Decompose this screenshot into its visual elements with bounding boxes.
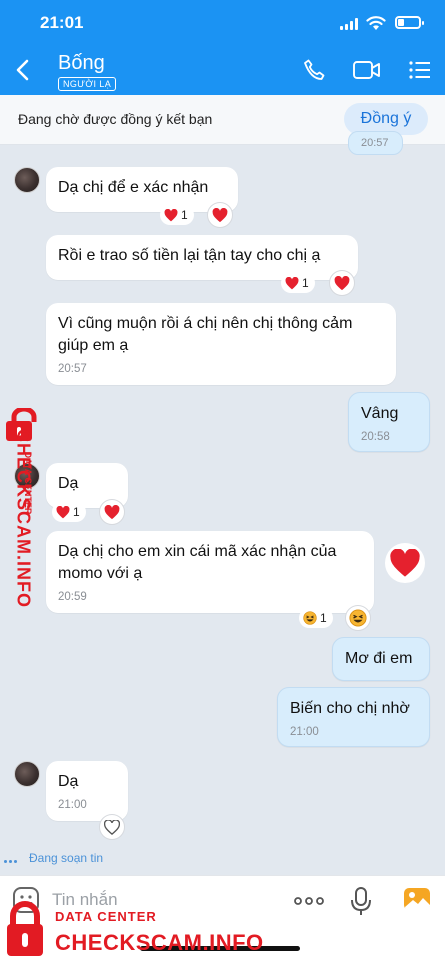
heart-icon (56, 505, 70, 519)
message-text: Vâng (361, 405, 399, 422)
watermark-bottom-sub: DATA CENTER (55, 909, 157, 924)
heart-icon (285, 276, 299, 290)
message-text: Dạ (58, 773, 79, 790)
heart-icon (104, 504, 120, 519)
reaction-button[interactable] (99, 499, 125, 525)
previous-message-peek: 20:57 (348, 131, 403, 155)
message-text: Dạ (58, 475, 79, 492)
signal-icon (340, 18, 358, 30)
heart-outline-icon (104, 819, 120, 835)
mic-icon[interactable] (350, 886, 372, 916)
my-message-bubble[interactable]: Biến cho chị nhờ 21:00 (277, 687, 430, 747)
heart-icon (164, 208, 178, 222)
watermark-bottom: DATA CENTER CHECKSCAM.INFO (0, 898, 300, 960)
reaction-summary[interactable]: 1 (281, 273, 315, 293)
message-text: Dạ chị cho em xin cái mã xác nhận của mo… (58, 543, 337, 582)
reaction-summary[interactable]: 1 (52, 502, 86, 522)
reaction-button[interactable] (345, 605, 371, 631)
chat-header: 21:01 Bống NGƯỜI LẠ (0, 0, 445, 95)
phone-icon[interactable] (302, 58, 326, 82)
reaction-summary[interactable]: 1 (299, 608, 333, 628)
message-bubble[interactable]: Dạ 21:00 (46, 761, 128, 821)
message-bubble[interactable]: Rồi e trao số tiền lại tận tay cho chị ạ (46, 235, 358, 280)
typing-text: Đang soạn tin (29, 851, 104, 865)
stranger-badge: NGƯỜI LẠ (58, 77, 117, 91)
reaction-button[interactable] (207, 202, 233, 228)
message-text: Rồi e trao số tiền lại tận tay cho chị ạ (58, 247, 321, 264)
message-time: 21:00 (290, 726, 319, 738)
reaction-button[interactable] (329, 270, 355, 296)
watermark-side-sub: DATA CENTER (23, 451, 33, 515)
status-time: 21:01 (40, 13, 84, 32)
message-bubble[interactable]: Vì cũng muộn rồi á chị nên chị thông cảm… (46, 303, 396, 385)
watermark-bottom-main: CHECKSCAM.INFO (55, 930, 264, 955)
message-time: 20:59 (58, 591, 87, 603)
heart-icon (212, 207, 228, 222)
image-icon[interactable] (403, 886, 431, 912)
reaction-count: 1 (73, 505, 80, 519)
message-list[interactable]: 20:57 Dạ chị để e xác nhận 1 Rồi e trao … (0, 131, 445, 875)
menu-icon[interactable] (408, 58, 432, 82)
reaction-summary[interactable]: 1 (160, 205, 194, 225)
message-text: Biến cho chị nhờ (290, 700, 410, 717)
message-text: Dạ chị để e xác nhận (58, 179, 209, 196)
message-time: 21:00 (58, 799, 87, 811)
avatar[interactable] (14, 167, 40, 193)
message-time: 20:58 (361, 431, 390, 443)
reaction-count: 1 (181, 208, 188, 222)
haha-icon (349, 609, 367, 627)
typing-indicator: Đang soạn tin (4, 851, 103, 866)
contact-name[interactable]: Bống (58, 52, 105, 75)
wifi-icon (366, 16, 386, 30)
reaction-count: 1 (320, 611, 327, 625)
reaction-count: 1 (302, 276, 309, 290)
haha-icon (303, 611, 317, 625)
message-text: Vì cũng muộn rồi á chị nên chị thông cảm… (58, 315, 353, 354)
lock-icon (7, 901, 43, 956)
watermark-side: CHECKSCAM.INFO DATA CENTER (0, 408, 50, 628)
back-icon[interactable] (14, 58, 32, 82)
battery-icon (395, 16, 424, 29)
message-bubble[interactable]: Dạ chị cho em xin cái mã xác nhận của mo… (46, 531, 374, 613)
reaction-button[interactable] (99, 814, 125, 840)
heart-icon (390, 548, 420, 577)
video-call-icon[interactable] (352, 58, 382, 82)
status-bar: 21:01 (0, 0, 445, 48)
message-text: Mơ đi em (345, 650, 413, 667)
friend-request-text: Đang chờ được đồng ý kết bạn (18, 111, 213, 127)
message-bubble[interactable]: Dạ chị để e xác nhận (46, 167, 238, 212)
message-time: 20:57 (58, 363, 87, 375)
heart-icon (334, 275, 350, 290)
typing-dots-icon (4, 852, 19, 866)
avatar[interactable] (14, 761, 40, 787)
my-message-bubble[interactable]: Vâng 20:58 (348, 392, 430, 452)
my-message-bubble[interactable]: Mơ đi em (332, 637, 430, 681)
quick-heart-button[interactable] (385, 543, 425, 583)
